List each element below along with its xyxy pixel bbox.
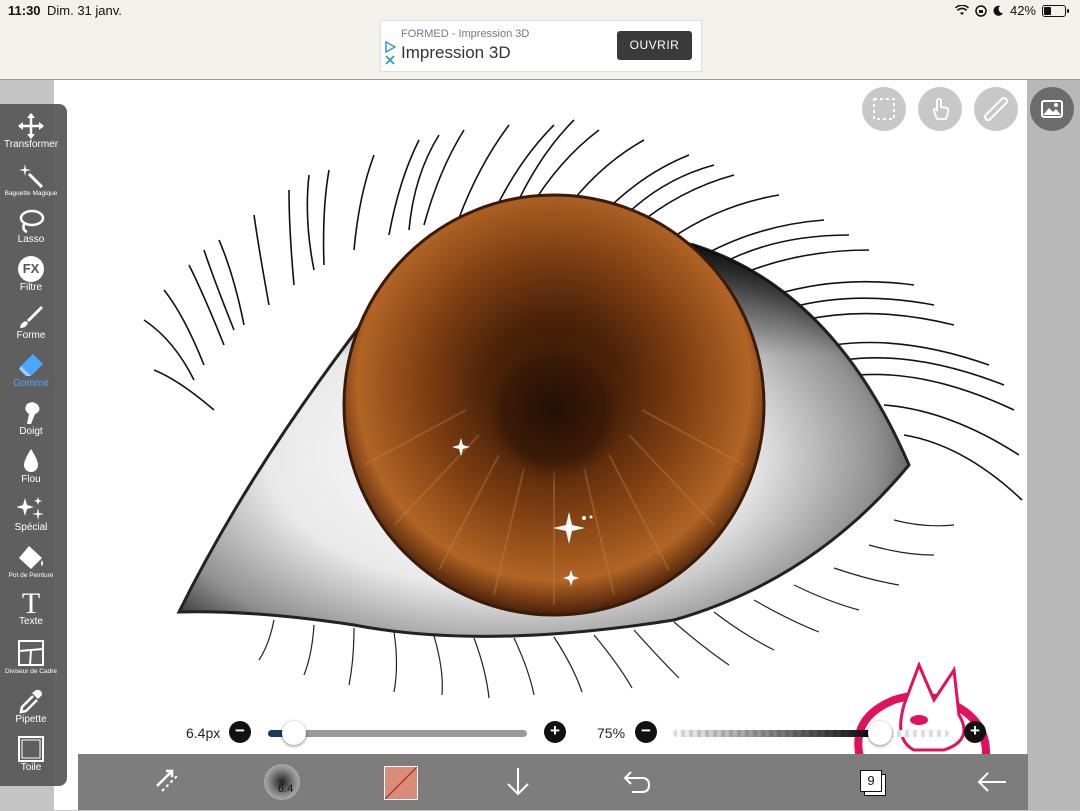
smudge-icon — [25, 402, 40, 424]
selection-icon — [873, 98, 895, 120]
touch-icon — [932, 98, 950, 120]
swap-arrows-icon — [156, 769, 178, 792]
status-date: Dim. 31 janv. — [47, 3, 122, 18]
paint-bucket-icon — [19, 546, 43, 569]
wifi-icon — [954, 5, 969, 15]
arrow-left-icon — [977, 772, 1006, 792]
tool-label: Toile — [20, 762, 42, 773]
tool-blur[interactable]: Flou — [0, 448, 62, 485]
battery-percent: 42% — [1009, 3, 1036, 18]
tool-brush[interactable]: Forme — [0, 304, 62, 341]
opacity-slider-track[interactable] — [673, 730, 949, 737]
size-slider-track[interactable] — [268, 730, 527, 737]
tool-label: Flou — [21, 474, 41, 485]
text-icon: T — [21, 587, 41, 620]
undo-button[interactable] — [622, 766, 652, 801]
opacity-label: 75% — [597, 725, 626, 741]
brush-sliders: 6.4px − + 75% − + — [0, 718, 1080, 748]
tool-transform[interactable]: Transformer — [0, 113, 62, 150]
size-slider-thumb[interactable] — [281, 721, 306, 745]
brush-preview-icon: 6.4 — [264, 764, 300, 800]
tool-label: Doigt — [19, 426, 43, 437]
selected-color-swatch — [384, 766, 418, 800]
tool-filter[interactable]: FX Filtre — [0, 256, 62, 293]
ruler-button[interactable] — [974, 87, 1018, 131]
tool-lasso[interactable]: Lasso — [0, 208, 62, 245]
move-icon — [18, 113, 44, 139]
frame-divider-icon — [18, 640, 44, 666]
tool-palette: Transformer Baguette Magique Lasso FX Fi… — [0, 104, 67, 786]
pupil — [479, 335, 629, 485]
eyedropper-icon — [19, 689, 42, 714]
tool-label: Lasso — [17, 234, 45, 245]
size-decrease-button[interactable]: − — [229, 721, 251, 743]
undo-icon — [623, 771, 651, 793]
eraser-icon — [19, 354, 43, 376]
tool-label: Spécial — [14, 522, 48, 533]
opacity-decrease-button[interactable]: − — [635, 721, 657, 743]
tool-eraser[interactable]: Gomme — [0, 352, 62, 389]
moon-icon — [993, 5, 1003, 16]
brush-preview-button[interactable]: 6.4 — [264, 764, 300, 800]
lasso-icon — [19, 209, 45, 234]
brush-size-label: 6.4px — [186, 725, 221, 741]
bottom-toolbar: 6.4 9 — [78, 754, 1028, 810]
ruler-icon — [984, 97, 1008, 121]
back-button[interactable] — [976, 770, 1008, 799]
fx-icon: FX — [18, 256, 44, 282]
tool-paint-bucket[interactable]: Pot de Peinture — [0, 544, 62, 581]
arrow-down-icon — [507, 768, 529, 796]
size-increase-button[interactable]: + — [544, 721, 566, 743]
ad-choices-icon[interactable] — [384, 40, 397, 71]
tool-label: Gomme — [13, 378, 49, 389]
tool-magic-wand[interactable]: Baguette Magique — [0, 162, 62, 199]
tool-label: Forme — [16, 330, 46, 341]
brush-size-value: 6.4 — [278, 783, 294, 795]
opacity-slider-thumb[interactable] — [868, 721, 892, 745]
battery-icon — [1042, 4, 1069, 17]
tool-label: Texte — [19, 616, 43, 627]
right-panel-strip — [1027, 80, 1080, 810]
drawing-canvas[interactable] — [54, 80, 1027, 810]
blur-drop-icon — [24, 449, 38, 472]
tool-label: Diviseur de Cadre — [4, 668, 58, 675]
layers-icon: 9 — [858, 768, 888, 796]
ad-open-button[interactable]: OUVRIR — [617, 31, 692, 60]
touch-button[interactable] — [918, 87, 962, 131]
color-picker-button[interactable] — [384, 766, 418, 800]
tool-label: Transformer — [3, 139, 59, 150]
lock-rotation-icon — [975, 4, 987, 17]
sparkle-icon — [17, 497, 44, 520]
layers-button[interactable]: 9 — [858, 768, 888, 796]
magic-wand-icon — [19, 164, 44, 188]
tool-smudge[interactable]: Doigt — [0, 400, 62, 437]
tool-text[interactable]: T Texte — [0, 587, 62, 628]
opacity-increase-button[interactable]: + — [964, 721, 986, 743]
tool-label: Baguette Magique — [4, 190, 58, 197]
ad-sponsor: FORMED - Impression 3D — [401, 28, 530, 40]
status-time: 11:30 — [8, 3, 41, 18]
layers-count: 9 — [860, 770, 882, 792]
ad-headline[interactable]: Impression 3D — [401, 43, 511, 63]
tool-special[interactable]: Spécial — [0, 496, 62, 533]
image-icon — [1041, 100, 1063, 118]
tool-label: Pot de Peinture — [8, 572, 54, 579]
reference-image-button[interactable] — [1030, 87, 1074, 131]
tool-label: Filtre — [19, 282, 43, 293]
switch-mode-button[interactable] — [152, 766, 182, 801]
selection-button[interactable] — [862, 87, 906, 131]
ad-banner[interactable]: FORMED - Impression 3D Impression 3D OUV… — [380, 20, 702, 72]
status-right: 42% — [954, 3, 1069, 18]
download-button[interactable] — [504, 766, 532, 803]
brush-icon — [20, 306, 43, 328]
status-bar: 11:30 Dim. 31 janv. 42% — [0, 0, 1080, 22]
tool-frame-divider[interactable]: Diviseur de Cadre — [0, 640, 62, 677]
opacity-slider-fill — [673, 730, 880, 737]
